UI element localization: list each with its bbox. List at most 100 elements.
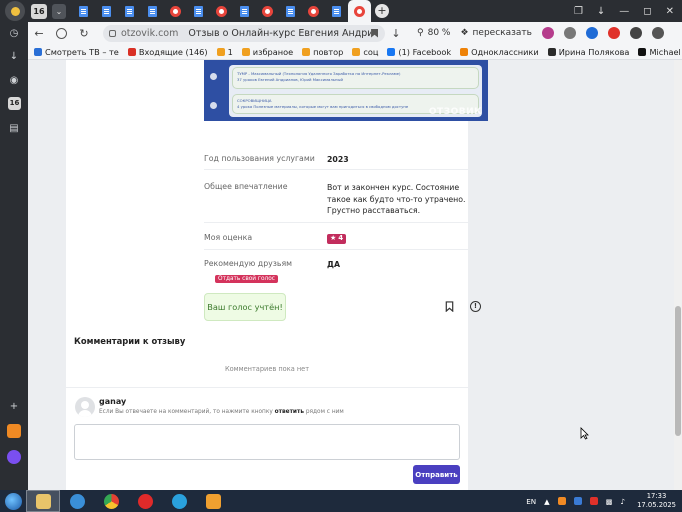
bookmark-item[interactable]: Ирина Полякова xyxy=(547,47,629,57)
scrollbar-thumb[interactable] xyxy=(675,306,681,436)
extension-avatar-icon[interactable] xyxy=(541,27,554,39)
bookmark-item[interactable]: Michael Hudso xyxy=(638,47,682,57)
summarize-button[interactable]: ❖ пересказать xyxy=(460,28,532,38)
alice-assistant-icon[interactable] xyxy=(7,450,21,464)
tabs-counter-badge[interactable]: 16 xyxy=(8,97,21,110)
browser-tab-strip: 16 ⌄ + ❐ ↓ — ◻ ✕ xyxy=(0,0,682,22)
tab-otzovik[interactable] xyxy=(256,0,279,22)
downloads-rail-icon[interactable]: ↓ xyxy=(7,50,21,64)
page-scrollbar[interactable] xyxy=(674,60,682,490)
bookmark-label: 1 xyxy=(227,46,233,57)
folder-icon xyxy=(302,47,311,56)
new-tab-plus-icon[interactable]: + xyxy=(375,4,389,18)
history-icon[interactable]: ◷ xyxy=(7,27,21,41)
taskbar-ie[interactable] xyxy=(60,490,94,512)
no-comments-text: Комментариев пока нет xyxy=(224,365,310,373)
tab-docs[interactable] xyxy=(72,0,95,22)
tray-app-icon[interactable] xyxy=(589,497,598,505)
tab-docs[interactable] xyxy=(325,0,348,22)
profile-icon[interactable] xyxy=(651,27,664,39)
tab-docs[interactable] xyxy=(95,0,118,22)
protect-shield-icon[interactable] xyxy=(56,27,67,39)
bookmark-item[interactable]: 1 xyxy=(216,46,233,57)
windows-logo-icon xyxy=(4,492,22,510)
recommend-value: ДА xyxy=(327,260,340,269)
bookmark-label: Одноклассники xyxy=(471,46,539,57)
page-title-in-address: Отзыв о Онлайн-курс Евгения Андри... xyxy=(188,27,372,39)
tray-arrow-icon[interactable]: ▲ xyxy=(544,497,550,506)
otzovik-icon xyxy=(170,5,181,17)
tab-otzovik[interactable] xyxy=(210,0,233,22)
tab-docs[interactable] xyxy=(233,0,256,22)
tab-list-chevron-icon[interactable]: ⌄ xyxy=(52,3,66,19)
tab-docs[interactable] xyxy=(141,0,164,22)
bookmark-item[interactable]: Входящие (146) xyxy=(127,46,208,57)
tray-app-icon[interactable] xyxy=(573,497,582,505)
tray-app-icon[interactable] xyxy=(557,497,566,505)
tab-active-otzovik[interactable] xyxy=(348,0,371,22)
document-icon xyxy=(332,5,341,17)
volume-icon[interactable]: ♪ xyxy=(620,497,625,506)
taskbar-explorer[interactable] xyxy=(26,490,60,512)
taskbar-chrome[interactable] xyxy=(94,490,128,512)
bookmark-label: повтор xyxy=(313,46,344,57)
otzovik-icon xyxy=(354,5,365,17)
vote-tooltip: Отдать свой голос xyxy=(215,275,278,283)
network-icon[interactable]: ▩ xyxy=(606,497,613,506)
extension-shield-icon[interactable] xyxy=(563,27,576,39)
impression-value: Вот и закончен курс. Состояние такое как… xyxy=(327,183,466,215)
bookmark-item[interactable]: Одноклассники xyxy=(460,47,539,57)
zoom-indicator[interactable]: ⚲ 80 % xyxy=(417,28,450,38)
bookmark-item[interactable]: (1) Facebook xyxy=(387,47,451,57)
rating-badge: ★ 4 xyxy=(327,233,347,244)
mail-app-icon[interactable] xyxy=(7,424,21,438)
bookmark-label: Смотреть ТВ – те xyxy=(45,46,119,57)
bookmark-item[interactable]: Смотреть ТВ – те xyxy=(34,47,119,57)
collections-rail-icon[interactable]: ▤ xyxy=(7,122,21,136)
extension-v-icon[interactable] xyxy=(585,27,598,39)
tab-docs[interactable] xyxy=(118,0,141,22)
downloads-icon[interactable]: ↓ xyxy=(597,6,605,17)
back-arrow-icon[interactable]: ← xyxy=(28,27,50,40)
bookmark-item[interactable]: соц xyxy=(352,47,378,57)
collections-icon[interactable]: ❐ xyxy=(574,6,583,17)
bookmark-label: Входящие (146) xyxy=(138,46,208,57)
bookmark-add-icon[interactable] xyxy=(371,28,379,38)
tab-counter[interactable]: 16 xyxy=(31,3,47,19)
save-bookmark-icon[interactable] xyxy=(444,301,455,312)
add-panel-icon[interactable]: + xyxy=(7,400,21,414)
close-icon[interactable]: ✕ xyxy=(666,6,674,17)
extensions-puzzle-icon[interactable] xyxy=(629,27,642,39)
taskbar-media[interactable] xyxy=(196,490,230,512)
minimize-icon[interactable]: — xyxy=(619,6,629,17)
summarize-icon: ❖ xyxy=(460,28,469,38)
tab-otzovik[interactable] xyxy=(164,0,187,22)
download-page-icon[interactable]: ↓ xyxy=(385,27,407,40)
report-alert-icon[interactable]: ! xyxy=(470,301,481,312)
tab-docs[interactable] xyxy=(187,0,210,22)
reload-icon[interactable]: ↻ xyxy=(73,27,95,40)
maximize-icon[interactable]: ◻ xyxy=(643,6,651,17)
avatar xyxy=(75,397,95,417)
bookmark-item[interactable]: повтор xyxy=(302,47,343,57)
tab-otzovik[interactable] xyxy=(302,0,325,22)
banner-course-row: ТУМР - Максимальный (Технология Удаленно… xyxy=(232,67,479,89)
start-button[interactable] xyxy=(0,490,26,512)
taskbar-yandex[interactable] xyxy=(128,490,162,512)
otzovik-icon xyxy=(308,5,319,17)
yandex-browser-icon[interactable] xyxy=(5,1,25,21)
send-button[interactable]: Отправить xyxy=(413,465,460,484)
tab-docs[interactable] xyxy=(279,0,302,22)
camera-icon[interactable]: ◉ xyxy=(7,74,21,88)
bookmark-item[interactable]: избраное xyxy=(241,47,293,57)
lock-icon[interactable] xyxy=(109,29,116,37)
clock[interactable]: 17:33 17.05.2025 xyxy=(637,492,676,510)
address-bar[interactable]: otzovik.com Отзыв о Онлайн-курс Евгения … xyxy=(103,24,385,42)
taskbar-telegram[interactable] xyxy=(162,490,196,512)
recommend-label: Рекомендую друзьям xyxy=(204,259,293,268)
document-icon xyxy=(148,5,157,17)
language-indicator[interactable]: EN xyxy=(526,497,536,506)
comment-textarea[interactable] xyxy=(74,424,460,460)
extension-red-icon[interactable] xyxy=(607,27,620,39)
web-page: ТУМР - Максимальный (Технология Удаленно… xyxy=(28,60,674,490)
